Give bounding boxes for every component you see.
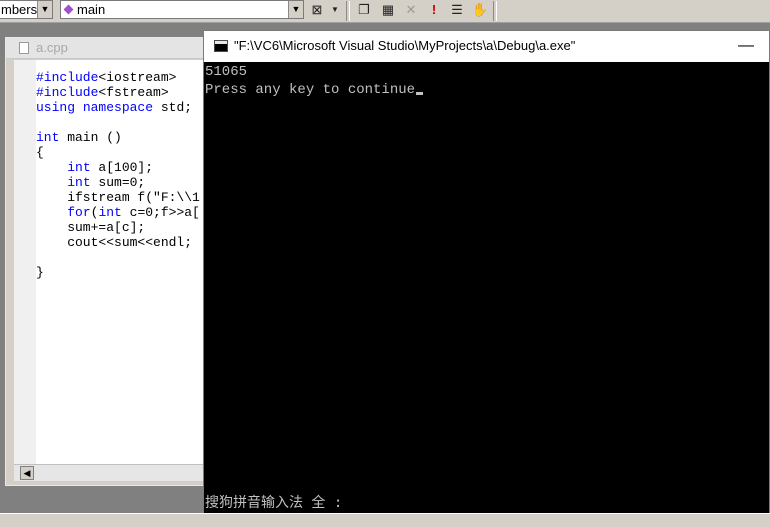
scroll-left-icon[interactable]: ◀ xyxy=(20,466,34,480)
execute-icon[interactable]: ! xyxy=(424,1,444,19)
ime-status-text: 搜狗拼音输入法 全 : xyxy=(205,495,343,511)
code-line: int a[100]; xyxy=(36,160,200,175)
code-keyword: namespace xyxy=(82,100,154,115)
code-text: ifstream f("F:\\1 xyxy=(36,190,200,205)
editor-window[interactable]: a.cpp #include<iostream> #include<fstream… xyxy=(5,37,225,486)
insert-breakpoint-icon[interactable]: ✋ xyxy=(470,1,490,19)
code-text: a[100]; xyxy=(90,160,154,175)
console-output-line: 51065 xyxy=(205,64,248,80)
code-text: sum+=a[c]; xyxy=(36,220,146,235)
function-combo[interactable]: main ▼ xyxy=(60,0,304,19)
code-line: cout<<sum<<endl; xyxy=(36,235,200,250)
code-keyword: #include xyxy=(36,70,99,85)
chevron-down-icon[interactable]: ▼ xyxy=(288,1,303,18)
code-line: int sum=0; xyxy=(36,175,200,190)
minimize-icon[interactable]: — xyxy=(737,35,755,57)
code-line: for(int c=0;f>>a[ xyxy=(36,205,200,220)
code-text: } xyxy=(36,265,44,280)
code-text: sum=0; xyxy=(90,175,146,190)
editor-title-bar[interactable]: a.cpp xyxy=(6,38,224,59)
go-icon[interactable]: ☰ xyxy=(447,1,467,19)
console-title-bar[interactable]: "F:\VC6\Microsoft Visual Studio\MyProjec… xyxy=(204,31,769,62)
function-diamond-icon xyxy=(63,4,74,15)
function-value: main xyxy=(77,2,106,17)
code-line: using namespace std; xyxy=(36,100,200,115)
code-keyword: for xyxy=(67,205,91,220)
code-line: #include<iostream> xyxy=(36,70,200,85)
class-members-combo[interactable]: mbers ▼ xyxy=(0,0,53,19)
code-keyword: using xyxy=(36,100,76,115)
chevron-down-icon[interactable]: ▼ xyxy=(325,1,345,19)
stop-build-icon[interactable]: ✕ xyxy=(401,1,421,19)
code-keyword: #include xyxy=(36,85,99,100)
editor-title: a.cpp xyxy=(36,40,68,55)
status-strip xyxy=(0,513,770,527)
code-text: std; xyxy=(153,100,193,115)
code-line: ifstream f("F:\\1 xyxy=(36,190,200,205)
horizontal-scrollbar[interactable]: ◀ xyxy=(14,464,224,481)
compile-icon[interactable]: ❐ xyxy=(354,1,374,19)
code-text: <fstream> xyxy=(98,85,169,100)
console-prompt-text: Press any key to continue xyxy=(205,82,416,98)
code-text: { xyxy=(36,145,44,160)
source-code: #include<iostream> #include<fstream> using… xyxy=(36,70,200,280)
class-members-value: mbers xyxy=(1,2,38,17)
file-icon xyxy=(19,42,29,54)
code-keyword: int xyxy=(67,175,91,190)
code-keyword: int xyxy=(36,130,60,145)
code-line: { xyxy=(36,145,200,160)
code-keyword: int xyxy=(98,205,122,220)
toolbar-separator xyxy=(346,1,350,21)
code-line: int main () xyxy=(36,130,200,145)
wizard-action-icon[interactable]: ⊠ xyxy=(307,1,327,19)
text-cursor xyxy=(416,92,424,95)
code-editor[interactable]: #include<iostream> #include<fstream> using… xyxy=(14,60,224,466)
code-text: c=0;f>>a[ xyxy=(121,205,200,220)
console-window[interactable]: "F:\VC6\Microsoft Visual Studio\MyProjec… xyxy=(203,30,770,516)
console-output-line: Press any key to continue xyxy=(205,82,424,98)
console-output[interactable]: 51065 Press any key to continue 搜狗拼音输入法 … xyxy=(204,62,769,515)
code-line: sum+=a[c]; xyxy=(36,220,200,235)
code-keyword: int xyxy=(67,160,91,175)
toolbar-separator xyxy=(493,1,497,21)
code-line: #include<fstream> xyxy=(36,85,200,100)
console-title: "F:\VC6\Microsoft Visual Studio\MyProjec… xyxy=(234,38,576,53)
code-text: <iostream> xyxy=(98,70,177,85)
code-line: } xyxy=(36,265,200,280)
chevron-down-icon[interactable]: ▼ xyxy=(37,1,52,18)
code-text: main () xyxy=(59,130,122,145)
toolbar: mbers ▼ main ▼ ⊠ ▼ ❐ ▦ ✕ ! ☰ ✋ xyxy=(0,0,770,23)
build-icon[interactable]: ▦ xyxy=(378,1,398,19)
code-text: cout<<sum<<endl; xyxy=(36,235,193,250)
editor-gutter xyxy=(14,60,36,466)
console-app-icon xyxy=(214,40,228,52)
